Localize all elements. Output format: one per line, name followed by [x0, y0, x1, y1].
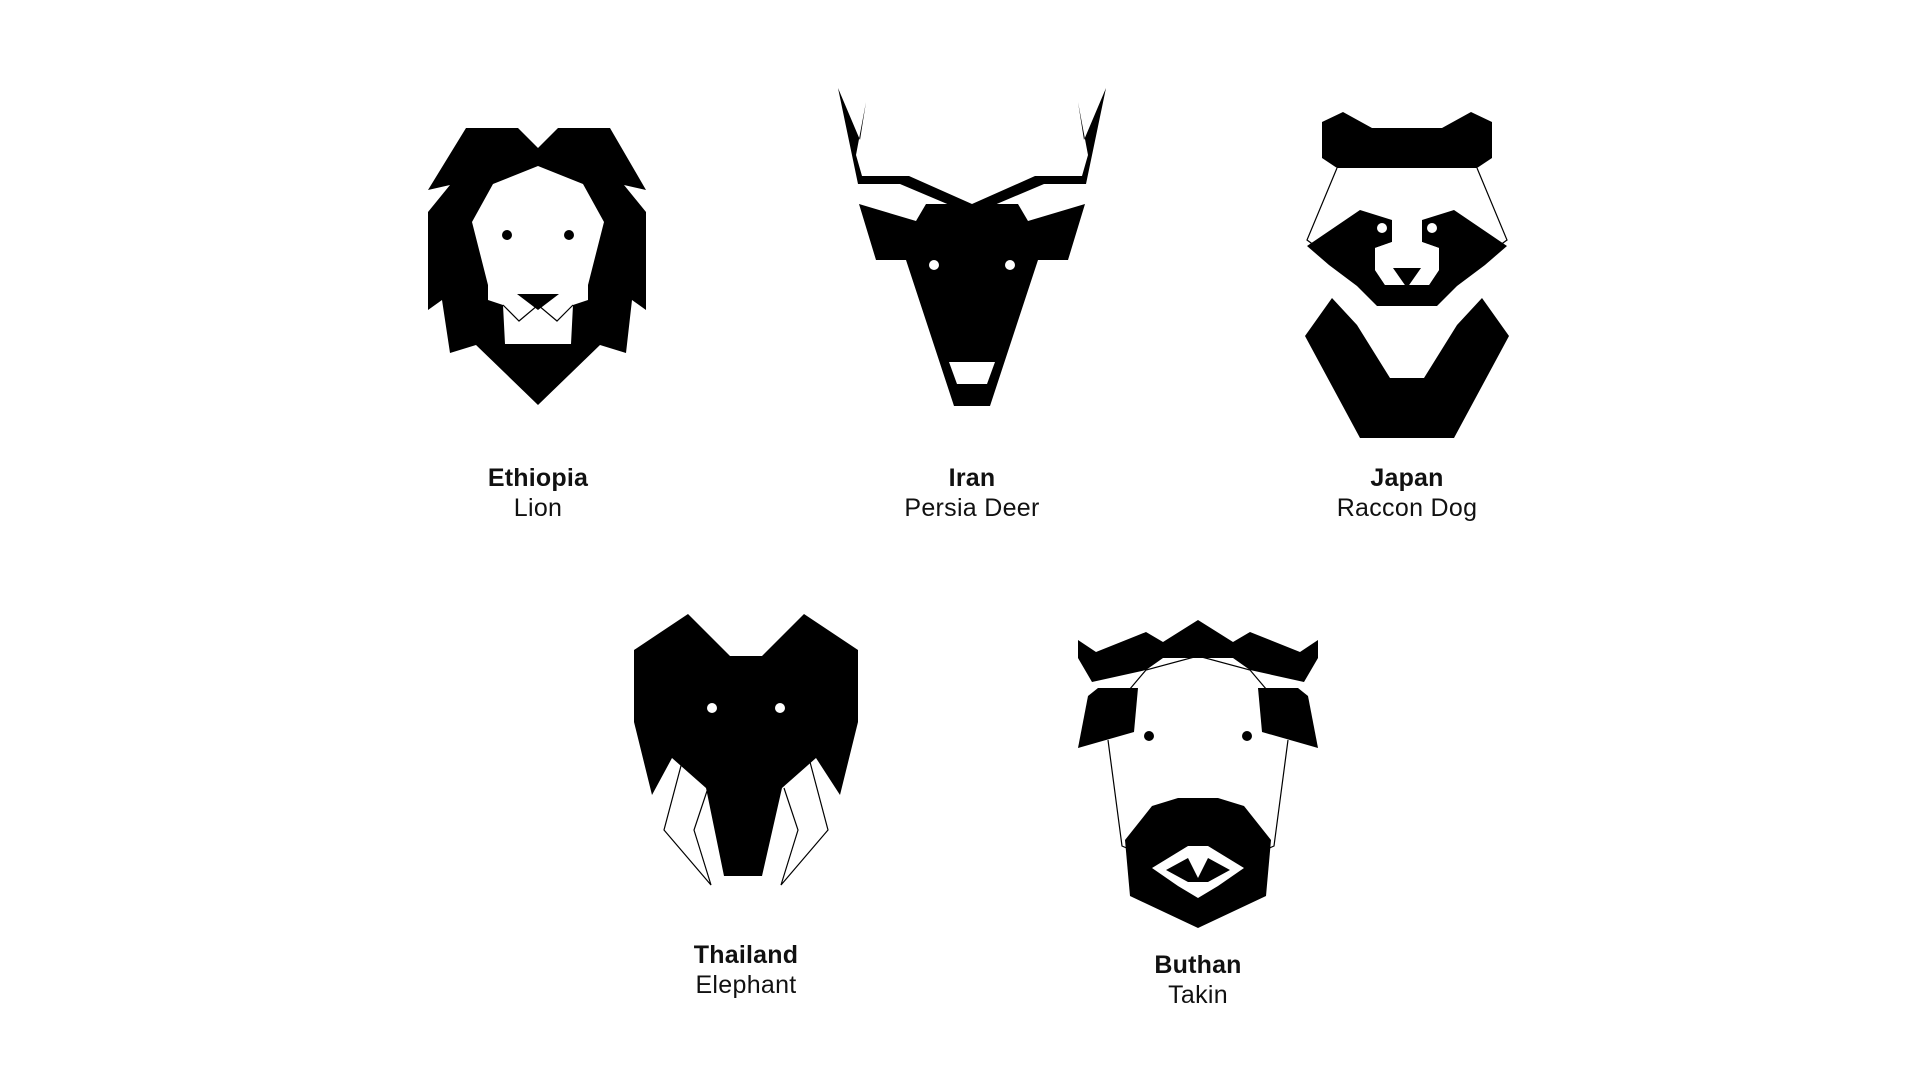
country-label: Iran — [948, 464, 996, 492]
caption-japan: Japan Raccon Dog — [1247, 463, 1567, 523]
caption-iran: Iran Persia Deer — [812, 463, 1132, 523]
animal-label: Raccon Dog — [1336, 494, 1478, 522]
country-label: Japan — [1370, 464, 1444, 492]
caption-ethiopia: Ethiopia Lion — [378, 463, 698, 523]
lion-icon — [428, 128, 646, 405]
caption-buthan: Buthan Takin — [1038, 950, 1358, 1010]
takin-icon — [1078, 620, 1318, 928]
caption-thailand: Thailand Elephant — [586, 940, 906, 1000]
country-label: Buthan — [1154, 951, 1242, 979]
animal-label: Takin — [1168, 981, 1228, 1009]
animal-label: Elephant — [695, 971, 797, 999]
deer-icon — [838, 88, 1106, 406]
animal-label: Lion — [513, 494, 563, 522]
elephant-icon — [634, 614, 858, 886]
country-label: Ethiopia — [487, 464, 589, 492]
country-label: Thailand — [693, 941, 799, 969]
raccoon-dog-icon — [1305, 112, 1509, 438]
animal-label: Persia Deer — [904, 494, 1040, 522]
